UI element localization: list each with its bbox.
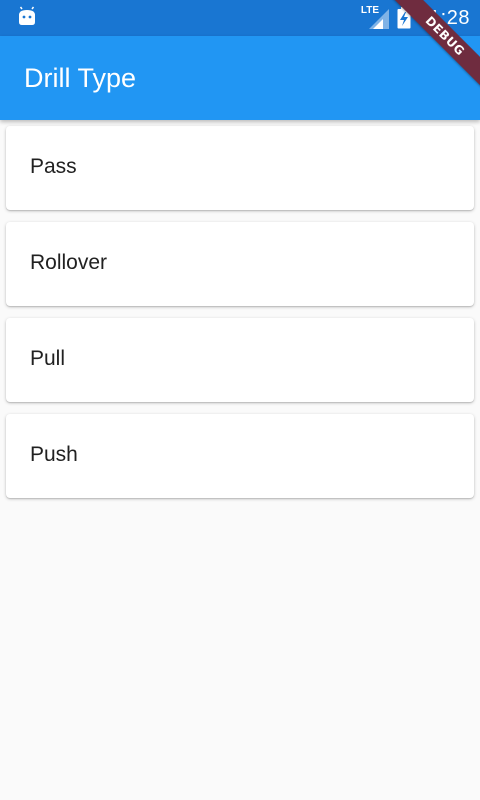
- drill-type-label: Pass: [30, 155, 77, 178]
- drill-type-card-pull[interactable]: Pull: [6, 318, 474, 402]
- drill-type-list: Pass Rollover Pull Push: [6, 126, 474, 510]
- drill-type-label: Push: [30, 443, 78, 466]
- lte-signal-icon: LTE: [361, 5, 389, 31]
- battery-charging-icon: [397, 7, 411, 29]
- drill-type-card-pass[interactable]: Pass: [6, 126, 474, 210]
- status-icons: LTE 11:28: [361, 0, 470, 36]
- drill-type-label: Rollover: [30, 251, 108, 274]
- drill-type-label: Pull: [30, 347, 66, 370]
- status-bar: LTE 11:28: [0, 0, 480, 36]
- page-title: Drill Type: [24, 63, 137, 93]
- app-bar: Drill Type: [0, 36, 480, 120]
- drill-type-card-push[interactable]: Push: [6, 414, 474, 498]
- status-clock: 11:28: [418, 6, 470, 29]
- android-icon: [16, 6, 38, 28]
- drill-type-card-rollover[interactable]: Rollover: [6, 222, 474, 306]
